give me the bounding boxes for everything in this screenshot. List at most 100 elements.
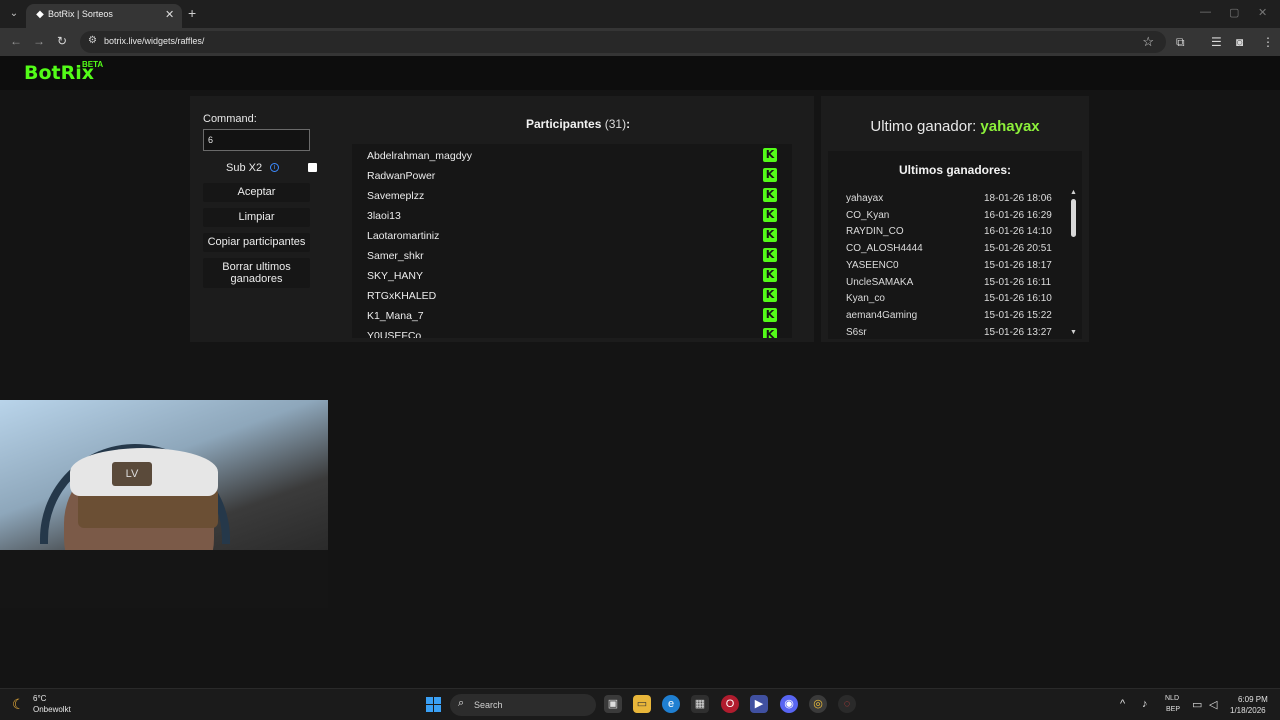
- command-input[interactable]: 6: [203, 129, 310, 151]
- edge-icon[interactable]: e: [662, 695, 680, 713]
- reading-list-icon[interactable]: ☰: [1211, 35, 1222, 49]
- url-text: botrix.live/widgets/raffles/: [104, 36, 205, 46]
- weather-temp: 6°C: [33, 694, 47, 703]
- tab-close-icon[interactable]: ✕: [165, 8, 174, 21]
- search-icon: ⌕: [458, 697, 465, 709]
- participant-row[interactable]: Abdelrahman_magdyy K: [367, 146, 779, 166]
- winner-name: Kyan_co: [846, 293, 885, 305]
- participant-row[interactable]: RTGxKHALED K: [367, 286, 779, 306]
- participants-title: Participantes (31):: [526, 117, 630, 131]
- maximize-icon[interactable]: ▢: [1229, 6, 1239, 19]
- kick-icon: K: [763, 248, 777, 262]
- limpiar-button[interactable]: Limpiar: [203, 208, 310, 227]
- kick-icon: K: [763, 288, 777, 302]
- browser-tab-bar: ⌄ ◆ BotRix | Sorteos ✕ + — ▢ ✕: [0, 0, 1280, 28]
- bookmark-star-icon[interactable]: ☆: [1142, 34, 1154, 50]
- site-info-icon[interactable]: ⚙: [88, 35, 97, 46]
- kick-icon: K: [763, 228, 777, 242]
- winner-date: 16-01-26 16:29: [984, 209, 1052, 221]
- clock-time[interactable]: 6:09 PM: [1238, 695, 1268, 704]
- participant-row[interactable]: K1_Mana_7 K: [367, 306, 779, 326]
- borrar-ultimos-ganadores-button[interactable]: Borrar ultimos ganadores: [203, 258, 310, 288]
- winners-scroll-down-arrow-icon[interactable]: ▼: [1070, 329, 1077, 336]
- windows-start-icon[interactable]: [426, 697, 442, 713]
- discord-icon[interactable]: ◉: [780, 695, 798, 713]
- winner-date: 15-01-26 13:27: [984, 326, 1052, 338]
- participant-name: Y0USEFCo: [367, 330, 422, 338]
- last-winner-heading: Ultimo ganador: yahayax: [821, 118, 1089, 135]
- close-window-icon[interactable]: ✕: [1258, 6, 1267, 19]
- tab-search-chevron-icon[interactable]: ⌄: [6, 6, 22, 22]
- participant-name: Abdelrahman_magdyy: [367, 150, 473, 162]
- language-indicator[interactable]: NLD: [1165, 695, 1179, 702]
- winner-date: 15-01-26 18:17: [984, 259, 1052, 271]
- address-bar[interactable]: ⚙ botrix.live/widgets/raffles/ ☆: [80, 31, 1166, 53]
- participant-name: Laotaromartiniz: [367, 230, 440, 242]
- participants-colon: :: [626, 117, 631, 131]
- winner-name: aeman4Gaming: [846, 309, 918, 321]
- clock-date[interactable]: 1/18/2026: [1230, 706, 1266, 715]
- reload-icon[interactable]: ↻: [57, 34, 67, 48]
- participant-row[interactable]: SKY_HANY K: [367, 266, 779, 286]
- task-view-icon[interactable]: ▣: [604, 695, 622, 713]
- chrome-icon[interactable]: ◎: [809, 695, 827, 713]
- store-icon[interactable]: ▦: [691, 695, 709, 713]
- extensions-icon[interactable]: ⧉: [1176, 35, 1185, 50]
- winner-name: yahayax: [846, 193, 884, 204]
- winners-scroll-up-arrow-icon[interactable]: ▲: [1070, 189, 1077, 196]
- microphone-icon[interactable]: ♪: [1142, 698, 1148, 710]
- network-icon[interactable]: ▭: [1192, 698, 1202, 711]
- participant-row[interactable]: Savemeplzz K: [367, 186, 779, 206]
- app-icon-red[interactable]: ◌: [838, 695, 856, 713]
- info-icon[interactable]: i: [270, 163, 279, 172]
- new-tab-plus-icon[interactable]: +: [188, 5, 196, 21]
- profile-icon[interactable]: ◙: [1236, 35, 1243, 49]
- winner-name: RAYDIN_CO: [846, 226, 904, 238]
- opera-icon[interactable]: O: [721, 695, 739, 713]
- participant-name: SKY_HANY: [367, 270, 424, 282]
- participant-row[interactable]: Samer_shkr K: [367, 246, 779, 266]
- forward-arrow-icon[interactable]: →: [33, 34, 45, 48]
- kick-icon: K: [763, 328, 777, 338]
- menu-dots-icon[interactable]: ⋮: [1262, 35, 1274, 49]
- minimize-icon[interactable]: —: [1200, 6, 1211, 18]
- tray-chevron-up-icon[interactable]: ^: [1120, 698, 1125, 710]
- sub-x2-checkbox[interactable]: [308, 163, 317, 172]
- command-label: Command:: [203, 113, 257, 125]
- aceptar-button[interactable]: Aceptar: [203, 183, 310, 202]
- keyboard-layout-indicator[interactable]: BEP: [1166, 706, 1180, 713]
- app-icon[interactable]: ▶: [750, 695, 768, 713]
- participant-row[interactable]: RadwanPower K: [367, 166, 779, 186]
- tab-title: BotRix | Sorteos: [48, 9, 113, 19]
- winners-scrollbar-thumb[interactable]: [1071, 199, 1076, 237]
- winner-name: S6sr: [846, 326, 867, 338]
- kick-icon: K: [763, 168, 777, 182]
- botrix-favicon-icon: ◆: [36, 9, 44, 20]
- volume-icon[interactable]: ◁: [1209, 698, 1217, 711]
- back-arrow-icon[interactable]: ←: [10, 34, 22, 48]
- beta-badge: BETA: [82, 60, 104, 69]
- weather-moon-icon[interactable]: ☾: [12, 696, 25, 713]
- winner-date: 15-01-26 16:11: [984, 276, 1052, 288]
- participant-row[interactable]: Laotaromartiniz K: [367, 226, 779, 246]
- copiar-participantes-button[interactable]: Copiar participantes: [203, 233, 310, 252]
- kick-icon: K: [763, 308, 777, 322]
- file-explorer-icon[interactable]: ▭: [633, 695, 651, 713]
- recent-winners-list[interactable]: Ultimos ganadores: yahayax 18-01-26 18:06…: [828, 151, 1082, 339]
- winner-row: YASEENC0 15-01-26 18:17: [846, 260, 1058, 276]
- taskbar-search[interactable]: ⌕ Search: [450, 694, 596, 716]
- winner-row: Kyan_co 15-01-26 16:10: [846, 293, 1058, 309]
- kick-icon: K: [763, 268, 777, 282]
- winner-row: yahayax 18-01-26 18:06: [846, 193, 1058, 209]
- participants-list[interactable]: Abdelrahman_magdyy K RadwanPower K Savemep…: [352, 144, 792, 338]
- search-placeholder: Search: [474, 700, 503, 710]
- browser-tab[interactable]: ◆ BotRix | Sorteos ✕: [26, 4, 182, 28]
- winner-row: S6sr 15-01-26 13:27: [846, 327, 1058, 339]
- participant-row[interactable]: 3laoi13 K: [367, 206, 779, 226]
- kick-icon: K: [763, 148, 777, 162]
- participant-row[interactable]: Y0USEFCo K: [367, 326, 779, 338]
- webcam-video: LV: [0, 400, 328, 608]
- sub-x2-label: Sub X2: [226, 162, 263, 174]
- app-header: BotRix BETA: [0, 56, 1280, 90]
- winners-panel: Ultimo ganador: yahayax Ultimos ganadore…: [821, 96, 1089, 342]
